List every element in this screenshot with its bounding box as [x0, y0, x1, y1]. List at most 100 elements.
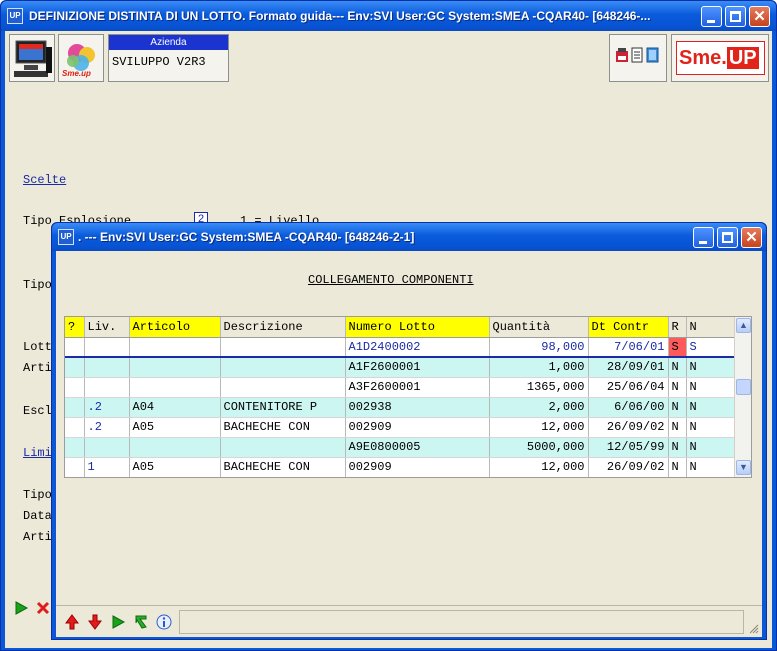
table-row[interactable]: A1F2600001 1,000 28/09/01 N N — [65, 357, 735, 378]
cell-r: N — [668, 417, 687, 438]
confirm-arrow-icon[interactable] — [13, 600, 29, 616]
cell-descrizione — [220, 377, 346, 398]
scelte-link[interactable]: Scelte — [23, 173, 66, 187]
section-title: COLLEGAMENTO COMPONENTI — [308, 273, 474, 287]
cell-liv: 1 — [84, 457, 130, 477]
cell-articolo — [129, 337, 221, 358]
col-header-n[interactable]: N — [686, 317, 735, 338]
cell-liv — [84, 377, 130, 398]
cell-q — [65, 357, 85, 378]
col-header-descrizione[interactable]: Descrizione — [220, 317, 346, 338]
cell-quantita: 2,000 — [489, 397, 589, 418]
cell-dt-contr: 6/06/00 — [588, 397, 669, 418]
close-button[interactable]: ✕ — [749, 6, 770, 27]
cell-liv — [84, 357, 130, 378]
arrow-down-red-icon[interactable] — [87, 614, 103, 630]
resize-grip-icon[interactable] — [749, 624, 759, 634]
cell-quantita: 98,000 — [489, 337, 589, 358]
col-header-numero-lotto[interactable]: Numero Lotto — [345, 317, 490, 338]
limiti-link[interactable]: Limi — [23, 446, 52, 460]
table-row[interactable]: A3F2600001 1365,000 25/06/04 N N — [65, 377, 735, 398]
main-titlebar[interactable]: UP DEFINIZIONE DISTINTA DI UN LOTTO. For… — [1, 1, 776, 31]
cell-articolo — [129, 377, 221, 398]
maximize-icon — [722, 232, 733, 243]
book-icon[interactable] — [646, 47, 659, 63]
smeup-logo: Sme. UP — [671, 34, 769, 82]
table-row[interactable]: A1D2400002 98,000 7/06/01 S S — [65, 337, 735, 358]
components-grid[interactable]: ? Liv. Articolo Descrizione Numero Lotto… — [64, 316, 752, 478]
play-green-icon[interactable] — [110, 614, 126, 630]
document-icon[interactable] — [631, 47, 643, 63]
cell-lotto: 002938 — [345, 397, 490, 418]
refresh-green-icon[interactable] — [133, 614, 149, 630]
col-header-articolo[interactable]: Articolo — [129, 317, 221, 338]
cell-liv — [84, 337, 130, 358]
cell-liv — [84, 437, 130, 458]
col-header-liv[interactable]: Liv. — [84, 317, 130, 338]
smeup-icon[interactable]: Sme.up — [58, 34, 104, 82]
arrow-up-red-icon[interactable] — [64, 614, 80, 630]
minimize-icon — [707, 20, 715, 23]
col-header-r[interactable]: R — [668, 317, 687, 338]
cell-lotto: 002909 — [345, 457, 490, 477]
cell-liv: .2 — [84, 397, 130, 418]
main-window-title: DEFINIZIONE DISTINTA DI UN LOTTO. Format… — [29, 9, 651, 23]
data-label: Data — [23, 509, 52, 523]
cell-quantita: 1,000 — [489, 357, 589, 378]
lotto-label: Lott — [23, 340, 52, 354]
cell-descrizione — [220, 357, 346, 378]
cell-lotto: A1D2400002 — [345, 337, 490, 358]
scroll-down-icon[interactable]: ▼ — [736, 460, 751, 475]
scroll-thumb[interactable] — [736, 379, 751, 395]
articolo2-label: Arti — [23, 530, 52, 544]
components-table: ? Liv. Articolo Descrizione Numero Lotto… — [65, 317, 735, 477]
cell-r: N — [668, 437, 687, 458]
cell-n: N — [686, 397, 735, 418]
main-toolbar: Sme.up Azienda SVILUPPO V2R3 Sme. UP — [5, 31, 772, 85]
escl-label: Escl — [23, 404, 52, 418]
popup-client-area: COLLEGAMENTO COMPONENTI ? Liv. Articolo … — [56, 251, 762, 637]
close-icon: ✕ — [745, 229, 758, 246]
cell-n: N — [686, 417, 735, 438]
maximize-button[interactable] — [725, 6, 746, 27]
popup-maximize-button[interactable] — [717, 227, 738, 248]
grid-vertical-scrollbar[interactable]: ▲ ▼ — [734, 317, 751, 477]
smeup-label: Sme.up — [62, 69, 91, 78]
popup-bottom-bar — [56, 605, 762, 637]
info-icon[interactable] — [156, 614, 172, 630]
cancel-x-icon[interactable] — [35, 600, 51, 616]
table-row[interactable]: .2 A05 BACHECHE CON 002909 12,000 26/09/… — [65, 417, 735, 438]
popup-title: . --- Env:SVI User:GC System:SMEA -CQAR4… — [78, 230, 415, 244]
col-header-question[interactable]: ? — [65, 317, 85, 338]
maximize-icon — [730, 11, 741, 22]
popup-titlebar[interactable]: UP . --- Env:SVI User:GC System:SMEA -CQ… — [52, 223, 766, 251]
cell-articolo: A05 — [129, 457, 221, 477]
col-header-quantita[interactable]: Quantità — [489, 317, 589, 338]
computer-icon[interactable] — [9, 34, 55, 82]
printer-icon[interactable] — [616, 48, 628, 62]
minimize-button[interactable] — [701, 6, 722, 27]
cell-n: N — [686, 457, 735, 477]
cell-r: N — [668, 357, 687, 378]
cell-dt-contr: 28/09/01 — [588, 357, 669, 378]
table-row[interactable]: .2 A04 CONTENITORE P 002938 2,000 6/06/0… — [65, 397, 735, 418]
azienda-value: SVILUPPO V2R3 — [112, 55, 206, 69]
col-header-dt-contr[interactable]: Dt Contr — [588, 317, 669, 338]
cell-descrizione — [220, 337, 346, 358]
table-row[interactable]: 1 A05 BACHECHE CON 002909 12,000 26/09/0… — [65, 457, 735, 477]
popup-close-button[interactable]: ✕ — [741, 227, 762, 248]
cell-lotto: A3F2600001 — [345, 377, 490, 398]
cell-n: N — [686, 437, 735, 458]
scroll-up-icon[interactable]: ▲ — [736, 318, 751, 333]
cell-quantita: 1365,000 — [489, 377, 589, 398]
cell-r: S — [668, 337, 687, 358]
popup-minimize-button[interactable] — [693, 227, 714, 248]
cell-quantita: 12,000 — [489, 417, 589, 438]
table-row[interactable]: A9E0800005 5000,000 12/05/99 N N — [65, 437, 735, 458]
cell-descrizione: BACHECHE CON — [220, 457, 346, 477]
cell-quantita: 5000,000 — [489, 437, 589, 458]
logo-brand: Sme. — [679, 47, 727, 69]
cell-q — [65, 457, 85, 477]
popup-logo-icon: UP — [58, 229, 74, 245]
cell-articolo: A04 — [129, 397, 221, 418]
